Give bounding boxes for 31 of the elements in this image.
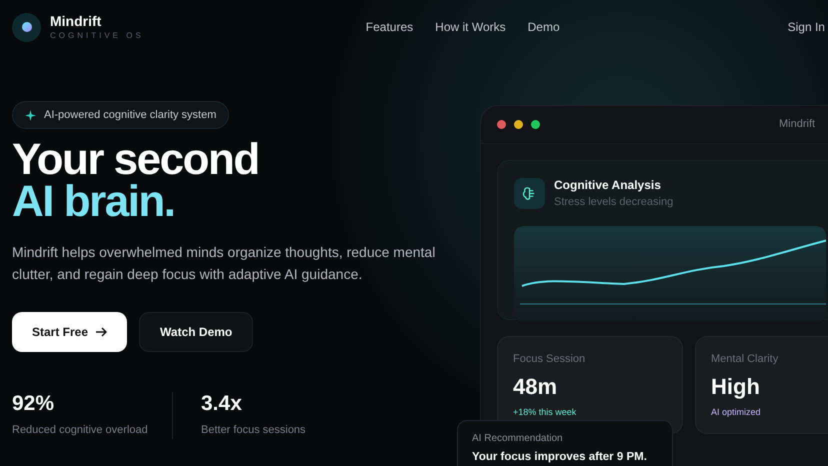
metric-value: 48m [513, 374, 558, 400]
sign-in-link[interactable]: Sign In [788, 18, 825, 36]
watch-demo-button[interactable]: Watch Demo [139, 312, 254, 352]
window-title: Mindrift [779, 117, 816, 132]
description: Mindrift helps overwhelmed minds organize thoughts, reduce mental clutter, and regain deep focus with adaptive AI guidance. [12, 243, 436, 284]
feature-badge: AI-powered cognitive clarity system [12, 101, 230, 129]
metric-note: AI optimized [711, 406, 762, 419]
brand-name: Mindrift [50, 12, 102, 30]
metric-note: +18% this week [513, 406, 578, 418]
metric-label: Mental Clarity [711, 352, 780, 367]
sparkle-icon [25, 110, 36, 120]
stat-label: Better focus sessions [201, 423, 306, 438]
analysis-subtitle: Stress levels decreasing [554, 195, 674, 210]
stat-value: 92% [12, 392, 56, 416]
metric-value: High [711, 374, 761, 400]
recommendation-text: Your focus improves after 9 PM. [472, 450, 648, 464]
nav-link[interactable]: How it Works [435, 18, 506, 36]
logo-icon [12, 12, 41, 42]
headline-highlight: AI brain. [12, 181, 176, 223]
brand-tagline: COGNITIVE OS [50, 30, 144, 42]
stat-value: 3.4x [201, 392, 243, 416]
nav-link[interactable]: Features [366, 18, 414, 36]
brain-icon [514, 178, 545, 209]
nav-link[interactable]: Demo [528, 18, 560, 36]
recommendation-label: AI Recommendation [472, 432, 564, 446]
stat-label: Reduced cognitive overload [12, 423, 149, 438]
start-button[interactable]: Start Free [12, 312, 128, 352]
metric-label: Focus Session [513, 352, 586, 367]
headline: Your second [12, 139, 260, 181]
arrow-right-icon [96, 327, 108, 337]
analysis-title: Cognitive Analysis [554, 177, 662, 194]
